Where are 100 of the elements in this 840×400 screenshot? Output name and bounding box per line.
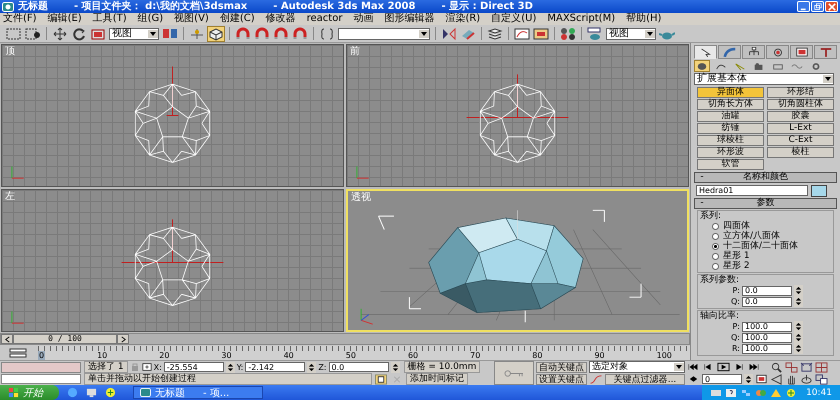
pivot-center-icon[interactable] — [162, 26, 178, 40]
curve-editor-icon[interactable] — [514, 26, 530, 40]
radio-option[interactable]: 四面体 — [712, 221, 830, 231]
windows-logo-icon[interactable] — [8, 387, 19, 398]
dropdown-arrow-icon[interactable] — [645, 30, 655, 38]
parameter-field[interactable]: 100.0 — [742, 344, 792, 354]
isolate-selection-icon[interactable] — [374, 374, 388, 384]
create-tab-icon[interactable] — [694, 45, 717, 59]
help-icon[interactable] — [725, 388, 738, 398]
wireframe-drawing[interactable] — [134, 84, 210, 163]
menu-item[interactable]: 自定义(U) — [491, 13, 536, 25]
object-type-button[interactable]: 油罐 — [697, 111, 764, 122]
menu-item[interactable]: 修改器 — [266, 13, 296, 25]
object-type-button[interactable]: 胶囊 — [767, 111, 834, 122]
mirror-icon[interactable] — [441, 26, 457, 40]
desktop-icon[interactable] — [86, 387, 97, 398]
object-type-button[interactable]: 切角长方体 — [697, 99, 764, 110]
object-type-button[interactable]: L-Ext — [767, 123, 834, 134]
maxscript-listener-field[interactable] — [1, 362, 81, 372]
time-slider-thumb[interactable]: 0 / 100 — [13, 334, 117, 344]
parameter-field[interactable]: 0.0 — [742, 286, 792, 296]
parameter-field[interactable]: 0.0 — [742, 296, 792, 306]
object-type-button[interactable]: 环形结 — [767, 87, 834, 98]
reference-coordinate-dropdown[interactable]: 视图 — [109, 28, 159, 40]
link-icon[interactable] — [189, 26, 205, 40]
zoom-extents-icon[interactable] — [800, 362, 813, 372]
rollout-header[interactable]: - 名称和颜色 — [694, 172, 837, 183]
spinner-snap-magnet-icon[interactable] — [292, 26, 308, 40]
named-selection-field[interactable] — [338, 28, 430, 40]
dropdown-arrow-icon[interactable] — [823, 75, 833, 83]
layers-icon[interactable] — [487, 26, 503, 40]
field-of-view-icon[interactable] — [770, 374, 783, 384]
move-icon[interactable] — [52, 26, 68, 40]
y-coordinate-field[interactable]: -2.142 — [245, 362, 306, 372]
object-type-dropdown[interactable]: 扩展基本体 — [694, 73, 834, 85]
key-filters-button[interactable]: 关键点过滤器... — [605, 374, 685, 384]
add-icon[interactable] — [105, 387, 116, 398]
object-type-button[interactable]: C-Ext — [767, 135, 834, 146]
menu-item[interactable]: 创建(C) — [220, 13, 255, 25]
wireframe-drawing[interactable] — [134, 226, 210, 306]
taskbar-window-button[interactable]: 无标题 - 项... — [133, 386, 263, 399]
dropdown-arrow-icon[interactable] — [419, 30, 429, 38]
menu-item[interactable]: reactor — [306, 13, 342, 25]
dropdown-arrow-icon[interactable] — [148, 30, 158, 38]
play-icon[interactable] — [717, 362, 730, 372]
motion-tab-icon[interactable] — [766, 45, 789, 59]
dropdown-arrow-icon[interactable] — [674, 363, 684, 371]
orbit-icon[interactable] — [800, 374, 813, 384]
radio-option[interactable]: 星形 2 — [712, 261, 830, 271]
curve-icon[interactable] — [589, 374, 603, 384]
close-icon[interactable] — [828, 2, 836, 10]
object-type-button[interactable]: 纺锤 — [697, 123, 764, 134]
object-type-button[interactable]: 软管 — [697, 159, 764, 170]
spinner-icon[interactable] — [390, 362, 400, 372]
auto-key-button[interactable]: 自动关键点 — [536, 362, 587, 372]
close-button[interactable] — [825, 1, 838, 12]
radio-option[interactable]: 十二面体/二十面体 — [712, 241, 830, 251]
edit-named-selection-icon[interactable] — [319, 26, 335, 40]
set-key-button[interactable]: 设置关键点 — [536, 374, 587, 384]
menu-item[interactable]: 渲染(R) — [445, 13, 480, 25]
zoom-extents-all-icon[interactable] — [815, 362, 828, 372]
utilities-tab-icon[interactable] — [814, 45, 837, 59]
render-area-dropdown[interactable]: 视图 — [606, 28, 656, 40]
object-color-swatch[interactable] — [811, 184, 827, 196]
key-mode-toggle-icon[interactable] — [687, 374, 700, 384]
percent-snap-magnet-icon[interactable] — [273, 26, 289, 40]
app-icon[interactable] — [140, 388, 151, 397]
absolute-mode-icon[interactable] — [142, 362, 152, 372]
menu-item[interactable]: 动画 — [353, 13, 374, 25]
display-tab-icon[interactable] — [790, 45, 813, 59]
previous-frame-button[interactable] — [1, 334, 13, 344]
menu-item[interactable]: 工具(T) — [92, 13, 127, 25]
zoom-all-icon[interactable] — [785, 362, 798, 372]
go-to-end-icon[interactable] — [747, 362, 760, 372]
radio-option[interactable]: 立方体/八面体 — [712, 231, 830, 241]
angle-snap-magnet-icon[interactable] — [254, 26, 270, 40]
select-region-icon[interactable] — [6, 26, 22, 40]
parameter-field[interactable]: 100.0 — [742, 322, 792, 332]
current-frame-field[interactable]: 0 — [702, 374, 742, 384]
maxscript-input-field[interactable] — [1, 374, 81, 384]
spinner-icon[interactable] — [226, 362, 235, 372]
z-coordinate-field[interactable]: 0.0 — [328, 362, 388, 372]
menu-item[interactable]: 图形编辑器 — [384, 13, 434, 25]
object-type-button[interactable]: 棱柱 — [767, 147, 834, 158]
spinner-icon[interactable] — [307, 362, 316, 372]
wireframe-drawing[interactable] — [480, 84, 556, 163]
menu-item[interactable]: 组(G) — [138, 13, 164, 25]
maximize-viewport-icon[interactable] — [815, 374, 828, 384]
material-editor-icon[interactable] — [560, 26, 576, 40]
menu-item[interactable]: 视图(V) — [174, 13, 209, 25]
spinner-icon[interactable] — [744, 374, 753, 384]
go-to-start-icon[interactable] — [687, 362, 700, 372]
snap-magnet-icon[interactable] — [235, 26, 251, 40]
object-type-button[interactable]: 异面体 — [697, 87, 764, 98]
x-coordinate-field[interactable]: -25.554 — [164, 362, 224, 372]
key-target-dropdown[interactable]: 选定对象 — [589, 361, 685, 373]
menu-item[interactable]: 帮助(H) — [626, 13, 662, 25]
zoom-icon[interactable] — [770, 362, 783, 372]
menu-item[interactable]: MAXScript(M) — [547, 13, 616, 25]
track-bar[interactable]: 0 10 20 30 40 50 60 70 80 90 100 — [38, 346, 690, 360]
